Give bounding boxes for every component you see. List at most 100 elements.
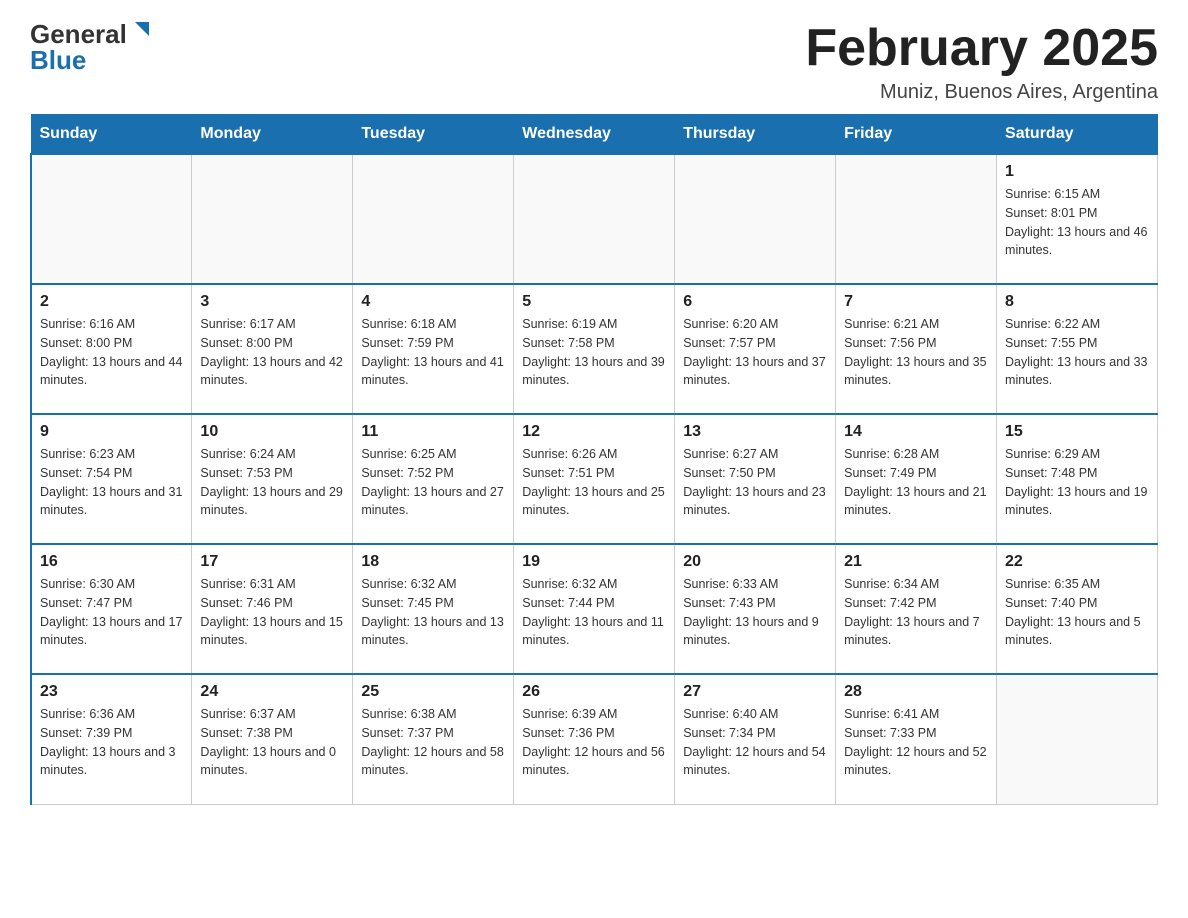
day-number: 19 <box>522 553 666 571</box>
logo-blue-text: Blue <box>30 47 86 73</box>
calendar-cell: 19 Sunrise: 6:32 AMSunset: 7:44 PMDayligh… <box>514 544 675 674</box>
day-number: 22 <box>1005 553 1149 571</box>
col-tuesday: Tuesday <box>353 115 514 155</box>
weekday-header-row: Sunday Monday Tuesday Wednesday Thursday… <box>31 115 1158 155</box>
calendar-cell: 26 Sunrise: 6:39 AMSunset: 7:36 PMDayligh… <box>514 674 675 804</box>
logo-general-text: General <box>30 21 127 47</box>
calendar-cell <box>31 154 192 284</box>
day-info: Sunrise: 6:18 AMSunset: 7:59 PMDaylight:… <box>361 315 505 390</box>
day-number: 6 <box>683 293 827 311</box>
calendar-title: February 2025 <box>805 20 1158 77</box>
calendar-cell: 9 Sunrise: 6:23 AMSunset: 7:54 PMDaylight… <box>31 414 192 544</box>
calendar-cell: 16 Sunrise: 6:30 AMSunset: 7:47 PMDayligh… <box>31 544 192 674</box>
col-sunday: Sunday <box>31 115 192 155</box>
day-number: 7 <box>844 293 988 311</box>
day-number: 24 <box>200 683 344 701</box>
day-info: Sunrise: 6:35 AMSunset: 7:40 PMDaylight:… <box>1005 575 1149 650</box>
day-number: 20 <box>683 553 827 571</box>
day-number: 1 <box>1005 163 1149 181</box>
day-number: 13 <box>683 423 827 441</box>
calendar-cell: 5 Sunrise: 6:19 AMSunset: 7:58 PMDaylight… <box>514 284 675 414</box>
calendar-cell <box>997 674 1158 804</box>
calendar-cell <box>353 154 514 284</box>
day-number: 25 <box>361 683 505 701</box>
day-info: Sunrise: 6:39 AMSunset: 7:36 PMDaylight:… <box>522 705 666 780</box>
day-info: Sunrise: 6:28 AMSunset: 7:49 PMDaylight:… <box>844 445 988 520</box>
day-number: 18 <box>361 553 505 571</box>
day-info: Sunrise: 6:20 AMSunset: 7:57 PMDaylight:… <box>683 315 827 390</box>
calendar-week-row: 23Sunrise: 6:36 AMSunset: 7:39 PMDayligh… <box>31 674 1158 804</box>
day-info: Sunrise: 6:26 AMSunset: 7:51 PMDaylight:… <box>522 445 666 520</box>
day-number: 15 <box>1005 423 1149 441</box>
day-info: Sunrise: 6:33 AMSunset: 7:43 PMDaylight:… <box>683 575 827 650</box>
calendar-cell: 22 Sunrise: 6:35 AMSunset: 7:40 PMDayligh… <box>997 544 1158 674</box>
calendar-cell: 7 Sunrise: 6:21 AMSunset: 7:56 PMDaylight… <box>836 284 997 414</box>
day-info: Sunrise: 6:25 AMSunset: 7:52 PMDaylight:… <box>361 445 505 520</box>
day-number: 17 <box>200 553 344 571</box>
calendar-week-row: 16 Sunrise: 6:30 AMSunset: 7:47 PMDayligh… <box>31 544 1158 674</box>
logo: General Blue <box>30 20 153 73</box>
calendar-cell: 3 Sunrise: 6:17 AMSunset: 8:00 PMDaylight… <box>192 284 353 414</box>
calendar-cell <box>192 154 353 284</box>
col-thursday: Thursday <box>675 115 836 155</box>
day-info: Sunrise: 6:27 AMSunset: 7:50 PMDaylight:… <box>683 445 827 520</box>
day-number: 27 <box>683 683 827 701</box>
day-number: 21 <box>844 553 988 571</box>
calendar-cell: 8Sunrise: 6:22 AMSunset: 7:55 PMDaylight… <box>997 284 1158 414</box>
calendar-cell <box>836 154 997 284</box>
calendar-cell: 4 Sunrise: 6:18 AMSunset: 7:59 PMDaylight… <box>353 284 514 414</box>
calendar-cell: 2Sunrise: 6:16 AMSunset: 8:00 PMDaylight… <box>31 284 192 414</box>
day-number: 8 <box>1005 293 1149 311</box>
day-info: Sunrise: 6:31 AMSunset: 7:46 PMDaylight:… <box>200 575 344 650</box>
day-info: Sunrise: 6:21 AMSunset: 7:56 PMDaylight:… <box>844 315 988 390</box>
calendar-week-row: 9 Sunrise: 6:23 AMSunset: 7:54 PMDaylight… <box>31 414 1158 544</box>
calendar-cell: 27 Sunrise: 6:40 AMSunset: 7:34 PMDayligh… <box>675 674 836 804</box>
day-info: Sunrise: 6:23 AMSunset: 7:54 PMDaylight:… <box>40 445 183 520</box>
day-info: Sunrise: 6:17 AMSunset: 8:00 PMDaylight:… <box>200 315 344 390</box>
calendar-cell: 6 Sunrise: 6:20 AMSunset: 7:57 PMDaylight… <box>675 284 836 414</box>
logo-arrow-icon <box>131 18 153 40</box>
day-number: 5 <box>522 293 666 311</box>
day-number: 11 <box>361 423 505 441</box>
col-wednesday: Wednesday <box>514 115 675 155</box>
calendar-cell: 1 Sunrise: 6:15 AMSunset: 8:01 PMDaylight… <box>997 154 1158 284</box>
calendar-cell: 10Sunrise: 6:24 AMSunset: 7:53 PMDayligh… <box>192 414 353 544</box>
title-block: February 2025 Muniz, Buenos Aires, Argen… <box>805 20 1158 104</box>
calendar-cell: 21 Sunrise: 6:34 AMSunset: 7:42 PMDayligh… <box>836 544 997 674</box>
calendar-cell: 15Sunrise: 6:29 AMSunset: 7:48 PMDayligh… <box>997 414 1158 544</box>
day-number: 14 <box>844 423 988 441</box>
day-number: 4 <box>361 293 505 311</box>
calendar-cell <box>514 154 675 284</box>
page-header: General Blue February 2025 Muniz, Buenos… <box>30 20 1158 104</box>
day-info: Sunrise: 6:32 AMSunset: 7:44 PMDaylight:… <box>522 575 666 650</box>
day-info: Sunrise: 6:15 AMSunset: 8:01 PMDaylight:… <box>1005 185 1149 260</box>
day-number: 3 <box>200 293 344 311</box>
col-saturday: Saturday <box>997 115 1158 155</box>
day-number: 9 <box>40 423 183 441</box>
calendar-cell: 25Sunrise: 6:38 AMSunset: 7:37 PMDayligh… <box>353 674 514 804</box>
day-info: Sunrise: 6:34 AMSunset: 7:42 PMDaylight:… <box>844 575 988 650</box>
day-info: Sunrise: 6:30 AMSunset: 7:47 PMDaylight:… <box>40 575 183 650</box>
day-info: Sunrise: 6:40 AMSunset: 7:34 PMDaylight:… <box>683 705 827 780</box>
calendar-cell: 13 Sunrise: 6:27 AMSunset: 7:50 PMDayligh… <box>675 414 836 544</box>
calendar-cell: 18 Sunrise: 6:32 AMSunset: 7:45 PMDayligh… <box>353 544 514 674</box>
day-number: 28 <box>844 683 988 701</box>
day-info: Sunrise: 6:41 AMSunset: 7:33 PMDaylight:… <box>844 705 988 780</box>
col-monday: Monday <box>192 115 353 155</box>
calendar-cell: 14 Sunrise: 6:28 AMSunset: 7:49 PMDayligh… <box>836 414 997 544</box>
calendar-cell: 24Sunrise: 6:37 AMSunset: 7:38 PMDayligh… <box>192 674 353 804</box>
calendar-cell: 20 Sunrise: 6:33 AMSunset: 7:43 PMDayligh… <box>675 544 836 674</box>
day-info: Sunrise: 6:19 AMSunset: 7:58 PMDaylight:… <box>522 315 666 390</box>
day-number: 26 <box>522 683 666 701</box>
calendar-cell: 11 Sunrise: 6:25 AMSunset: 7:52 PMDayligh… <box>353 414 514 544</box>
day-number: 16 <box>40 553 183 571</box>
calendar-cell: 12Sunrise: 6:26 AMSunset: 7:51 PMDayligh… <box>514 414 675 544</box>
calendar-subtitle: Muniz, Buenos Aires, Argentina <box>805 81 1158 104</box>
calendar-header: Sunday Monday Tuesday Wednesday Thursday… <box>31 115 1158 155</box>
day-info: Sunrise: 6:32 AMSunset: 7:45 PMDaylight:… <box>361 575 505 650</box>
day-number: 10 <box>200 423 344 441</box>
calendar-table: Sunday Monday Tuesday Wednesday Thursday… <box>30 114 1158 805</box>
calendar-week-row: 2Sunrise: 6:16 AMSunset: 8:00 PMDaylight… <box>31 284 1158 414</box>
calendar-body: 1 Sunrise: 6:15 AMSunset: 8:01 PMDaylight… <box>31 154 1158 804</box>
calendar-cell: 28 Sunrise: 6:41 AMSunset: 7:33 PMDayligh… <box>836 674 997 804</box>
